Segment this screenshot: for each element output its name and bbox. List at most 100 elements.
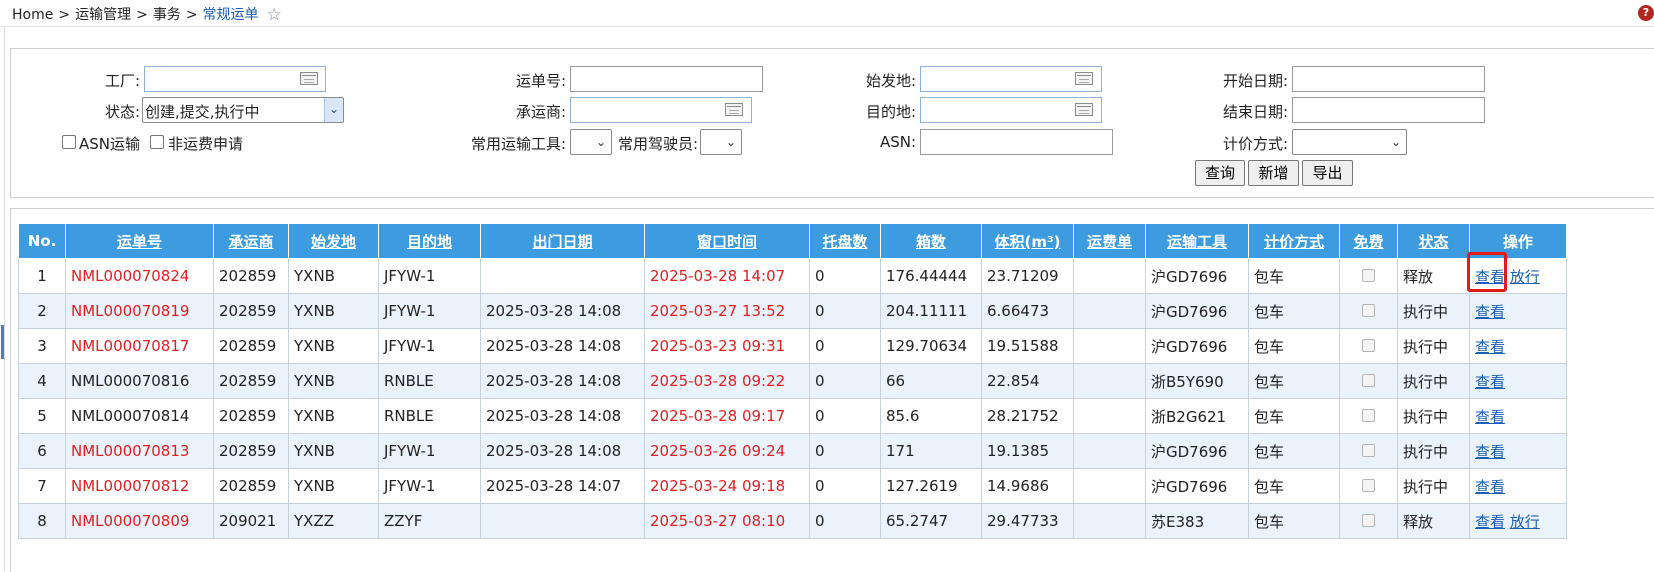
table-row[interactable]: 1 NML000070824 202859 YXNB JFYW-1 2025-03-28 … [18,258,1567,294]
splitter-handle[interactable] [1,325,4,359]
column-header[interactable]: 托盘数 [809,223,881,259]
destination-label: 目的地: [865,103,916,121]
view-link[interactable]: 查看 [1475,443,1505,461]
destination-cell: JFYW-1 [378,468,481,504]
origin-cell: YXNB [288,363,379,399]
volume-cell: 6.66473 [981,293,1074,329]
status-select-value: 创建,提交,执行中 [145,103,260,121]
favorite-star-icon[interactable]: ☆ [267,7,282,24]
table-row[interactable]: 2 NML000070819 202859 YXNB JFYW-1 2025-03-28 … [18,293,1567,329]
actions-cell: 查看 [1469,328,1567,364]
column-header[interactable]: 免费 [1339,223,1398,259]
vehicle-cell: 沪GD7696 [1145,468,1249,504]
pricing-cell: 包车 [1248,328,1340,364]
non-freight-checkbox[interactable] [150,135,164,149]
window-time-cell: 2025-03-24 09:18 [644,468,810,504]
origin-lookup-icon[interactable] [1075,72,1093,85]
carrier-cell: 209021 [213,503,289,539]
table-row[interactable]: 6 NML000070813 202859 YXNB JFYW-1 2025-03-28 … [18,433,1567,469]
freight-bill-cell [1073,363,1146,399]
vehicle-cell: 沪GD7696 [1145,433,1249,469]
pricing-select[interactable]: ⌄ [1292,129,1407,155]
table-row[interactable]: 3 NML000070817 202859 YXNB JFYW-1 2025-03-28 … [18,328,1567,364]
column-header[interactable]: 状态 [1397,223,1470,259]
breadcrumb-transport[interactable]: 运输管理 [75,7,131,23]
status-select[interactable]: 创建,提交,执行中 ⌄ [142,97,344,123]
free-checkbox [1362,374,1375,387]
boxes-cell: 176.44444 [880,258,982,294]
export-button[interactable]: 导出 [1302,160,1353,186]
carrier-lookup-icon[interactable] [725,103,743,116]
factory-lookup-icon[interactable] [300,72,318,85]
waybill-cell: NML000070819 [65,293,214,329]
column-header[interactable]: 运输工具 [1145,223,1249,259]
destination-lookup-icon[interactable] [1075,103,1093,116]
view-link[interactable]: 查看 [1475,408,1505,426]
tool-select[interactable]: ⌄ [570,129,612,155]
release-link[interactable]: 放行 [1510,513,1540,531]
driver-select[interactable]: ⌄ [700,129,742,155]
table-row[interactable]: 4 NML000070816 202859 YXNB RNBLE 2025-03-28 1… [18,363,1567,399]
column-header[interactable]: 目的地 [378,223,481,259]
table-row[interactable]: 7 NML000070812 202859 YXNB JFYW-1 2025-03-28 … [18,468,1567,504]
free-cell [1339,398,1398,434]
destination-cell: JFYW-1 [378,258,481,294]
actions-cell: 查看 [1469,363,1567,399]
volume-cell: 19.51588 [981,328,1074,364]
free-cell [1339,258,1398,294]
column-header[interactable]: 始发地 [288,223,379,259]
origin-cell: YXNB [288,468,379,504]
view-link[interactable]: 查看 [1475,478,1505,496]
start-date-field[interactable] [1292,66,1485,92]
asn-transport-checkbox[interactable] [62,135,76,149]
column-header[interactable]: 窗口时间 [644,223,810,259]
column-header[interactable]: 箱数 [880,223,982,259]
start-date-label: 开始日期: [1222,72,1288,90]
view-link[interactable]: 查看 [1475,513,1505,531]
vehicle-cell: 沪GD7696 [1145,293,1249,329]
view-link[interactable]: 查看 [1475,373,1505,391]
volume-cell: 28.21752 [981,398,1074,434]
add-button[interactable]: 新增 [1248,160,1299,186]
breadcrumb-affairs[interactable]: 事务 [153,7,181,23]
free-checkbox [1362,304,1375,317]
free-checkbox [1362,339,1375,352]
waybill-label: 运单号: [515,72,566,90]
vehicle-cell: 沪GD7696 [1145,328,1249,364]
column-header[interactable]: 运单号 [65,223,214,259]
column-header[interactable]: 体积(m³) [981,223,1074,259]
view-link[interactable]: 查看 [1475,303,1505,321]
column-header[interactable]: 运费单 [1073,223,1146,259]
column-header[interactable]: 出门日期 [480,223,645,259]
column-header[interactable]: 承运商 [213,223,289,259]
exit-date-cell: 2025-03-28 14:07 [480,468,645,504]
chevron-down-icon: ⌄ [324,98,343,122]
top-bar: Home > 运输管理 > 事务 > 常规运单 ☆ ? [0,0,1654,27]
highlight-annotation [1467,252,1507,292]
table-row[interactable]: 8 NML000070809 209021 YXZZ ZZYF 2025-03-27 08… [18,503,1567,539]
volume-cell: 22.854 [981,363,1074,399]
boxes-cell: 204.11111 [880,293,982,329]
table-row[interactable]: 5 NML000070814 202859 YXNB RNBLE 2025-03-28 1… [18,398,1567,434]
exit-date-cell: 2025-03-28 14:08 [480,293,645,329]
waybill-field[interactable] [570,66,763,92]
status-label: 状态: [104,103,140,121]
breadcrumb-home[interactable]: Home [12,7,53,23]
pallets-cell: 0 [809,293,881,329]
column-header[interactable]: 计价方式 [1248,223,1340,259]
window-time-cell: 2025-03-28 14:07 [644,258,810,294]
origin-cell: YXNB [288,398,379,434]
breadcrumb-current: 常规运单 [202,7,259,23]
origin-cell: YXNB [288,258,379,294]
query-button[interactable]: 查询 [1195,160,1245,186]
factory-field[interactable] [144,66,326,92]
release-link[interactable]: 放行 [1510,268,1540,286]
actions-cell: 查看 [1469,468,1567,504]
asn-field[interactable] [920,129,1113,155]
freight-bill-cell [1073,468,1146,504]
help-icon[interactable]: ? [1638,5,1654,21]
asn-label: ASN: [879,133,916,151]
end-date-field[interactable] [1292,97,1485,123]
pallets-cell: 0 [809,433,881,469]
view-link[interactable]: 查看 [1475,338,1505,356]
